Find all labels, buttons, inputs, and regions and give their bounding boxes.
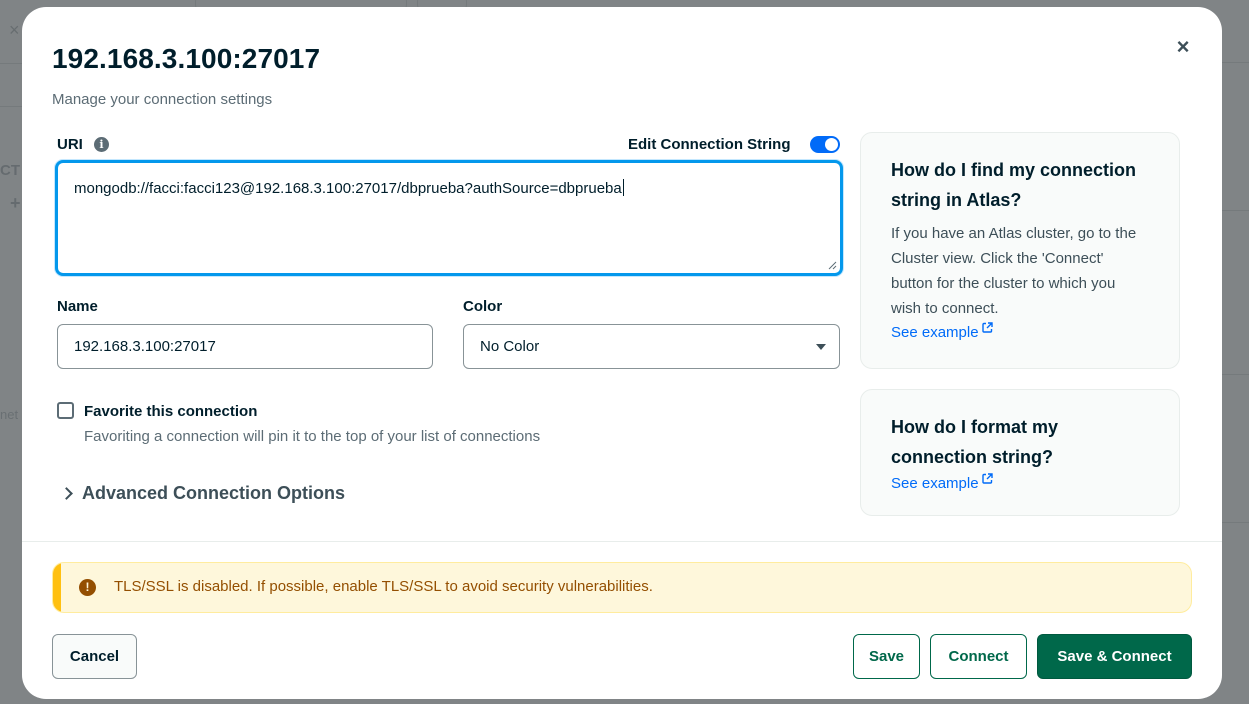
external-link-icon bbox=[981, 322, 993, 333]
uri-value: mongodb://facci:facci123@192.168.3.100:2… bbox=[74, 180, 622, 197]
help-card-title: How do I find my connection string in At… bbox=[891, 160, 1136, 210]
external-link-icon bbox=[981, 473, 993, 484]
banner-text: TLS/SSL is disabled. If possible, enable… bbox=[114, 578, 653, 595]
advanced-options-toggle[interactable]: Advanced Connection Options bbox=[60, 483, 345, 504]
see-example-label: See example bbox=[891, 324, 979, 341]
edit-connection-string-toggle[interactable] bbox=[810, 136, 840, 153]
favorite-label[interactable]: Favorite this connection bbox=[84, 403, 257, 420]
help-card-format-string: How do I format my connection string? Se… bbox=[860, 389, 1180, 516]
color-select-value: No Color bbox=[480, 338, 540, 355]
modal-subtitle: Manage your connection settings bbox=[52, 91, 273, 108]
save-button[interactable]: Save bbox=[853, 634, 920, 679]
cancel-button[interactable]: Cancel bbox=[52, 634, 137, 679]
name-label: Name bbox=[57, 298, 98, 315]
help-card-find-string: How do I find my connection string in At… bbox=[860, 132, 1180, 369]
favorite-description: Favoriting a connection will pin it to t… bbox=[84, 428, 541, 445]
uri-text-wrap: mongodb://facci:facci123@192.168.3.100:2… bbox=[74, 179, 624, 197]
resize-grip-icon[interactable] bbox=[828, 261, 837, 270]
favorite-checkbox[interactable] bbox=[57, 402, 74, 419]
advanced-options-label: Advanced Connection Options bbox=[82, 483, 346, 503]
help-card-body: If you have an Atlas cluster, go to the … bbox=[891, 225, 1137, 317]
name-input[interactable]: 192.168.3.100:27017 bbox=[57, 324, 433, 369]
color-label: Color bbox=[463, 298, 503, 315]
see-example-label: See example bbox=[891, 475, 979, 492]
banner-accent-bar bbox=[53, 563, 61, 612]
warning-icon: ! bbox=[79, 579, 96, 596]
connect-button[interactable]: Connect bbox=[930, 634, 1027, 679]
uri-textarea[interactable]: mongodb://facci:facci123@192.168.3.100:2… bbox=[55, 160, 843, 276]
close-icon[interactable]: × bbox=[1171, 35, 1195, 59]
text-caret bbox=[622, 179, 624, 196]
uri-label: URI bbox=[57, 136, 83, 153]
tls-warning-banner: ! TLS/SSL is disabled. If possible, enab… bbox=[52, 562, 1192, 613]
modal-title: 192.168.3.100:27017 bbox=[52, 43, 321, 74]
color-select[interactable]: No Color bbox=[463, 324, 840, 369]
save-and-connect-button[interactable]: Save & Connect bbox=[1037, 634, 1192, 679]
see-example-link[interactable]: See example bbox=[891, 321, 993, 345]
edit-connection-string-label: Edit Connection String bbox=[628, 136, 791, 153]
chevron-right-icon bbox=[60, 487, 73, 500]
footer-divider bbox=[22, 541, 1222, 542]
caret-down-icon bbox=[816, 344, 826, 350]
help-card-title: How do I format my connection string? bbox=[891, 417, 1059, 467]
connection-modal: 192.168.3.100:27017 Manage your connecti… bbox=[22, 7, 1222, 699]
toggle-knob bbox=[825, 138, 838, 151]
info-icon[interactable]: i bbox=[94, 137, 109, 152]
see-example-link[interactable]: See example bbox=[891, 472, 993, 496]
